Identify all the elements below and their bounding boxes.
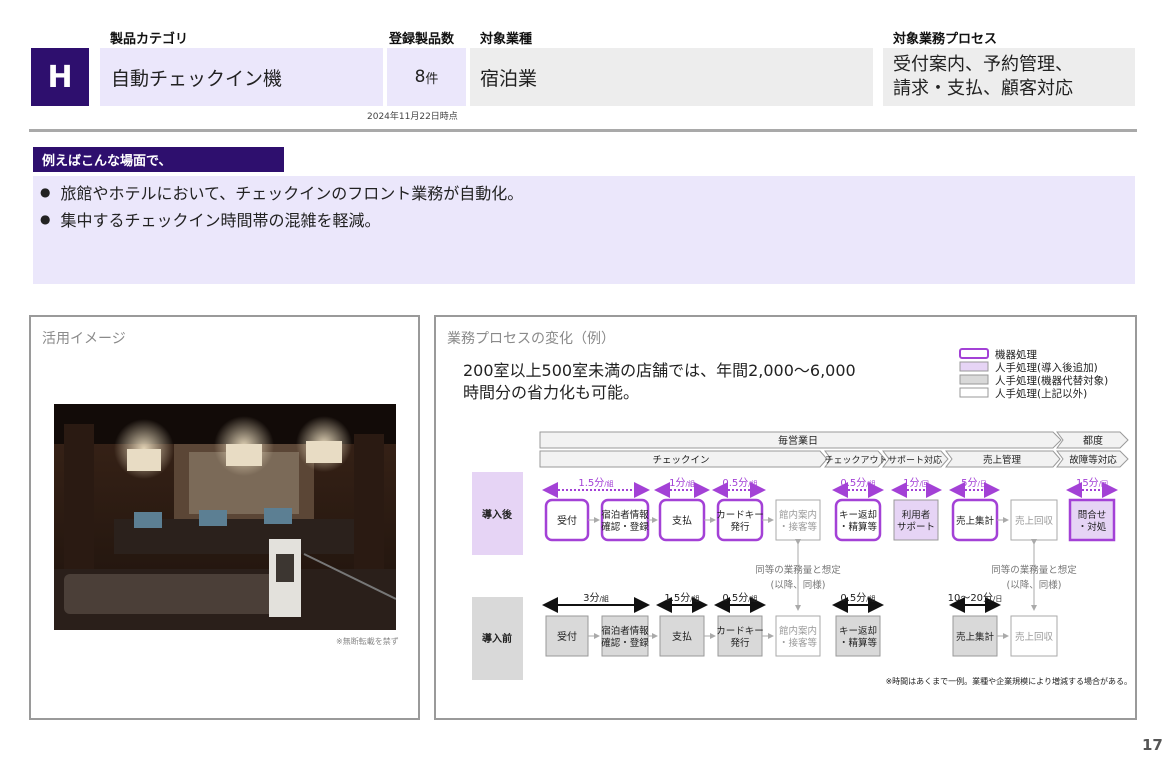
process-step-label: 発行 (730, 637, 750, 649)
category-field: 自動チェックイン機 (100, 48, 383, 106)
process-step-label: ・対処 (1078, 521, 1107, 533)
process-step-label: 売上回収 (1015, 515, 1054, 527)
process-step-label: 問合せ (1078, 509, 1107, 521)
process-step-label: 支払 (672, 514, 692, 527)
phase-daily-label: 毎営業日 (778, 434, 818, 447)
stage-label: チェックアウト (824, 455, 887, 466)
time-label: 1分/組 (669, 477, 695, 489)
process-value-line2: 請求・支払、顧客対応 (893, 78, 1073, 99)
process-step-label: 宿泊者情報 (601, 625, 649, 637)
process-step-label: 利用者 (902, 509, 931, 521)
scene-bullet-text: 旅館やホテルにおいて、チェックインのフロント業務が自動化。 (60, 184, 524, 203)
same-note: (以降、同様) (1007, 579, 1062, 591)
process-step-label: 売上集計 (956, 515, 995, 527)
stage-label: 売上管理 (983, 454, 1022, 466)
process-step-label: 確認・登録 (601, 521, 649, 533)
industry-label: 対象業種 (480, 32, 533, 47)
time-label: 10～20分/日 (948, 592, 1003, 604)
same-note: 同等の業務量と想定 (755, 564, 841, 576)
as-of-date: 2024年11月22日時点 (367, 112, 458, 122)
time-label: 5分/日 (961, 477, 987, 489)
image-panel-title: 活用イメージ (42, 331, 126, 347)
process-label: 対象業務プロセス (893, 32, 998, 47)
process-step-label: キー返却 (839, 509, 877, 521)
process-panel: 業務プロセスの変化（例） 200室以上500室未満の店舗では、年間2,000～6… (434, 315, 1137, 720)
legend-swatch-other (959, 387, 989, 398)
scene-bullet: ● 集中するチェックイン時間帯の混雑を軽減。 (40, 207, 381, 231)
process-footnote: ※時間はあくまで一例。業種や企業規模により増減する場合がある。 (885, 676, 1132, 686)
process-step-label: 受付 (557, 514, 577, 527)
same-note: (以降、同様) (771, 579, 826, 591)
scene-bullet: ● 旅館やホテルにおいて、チェックインのフロント業務が自動化。 (40, 180, 523, 204)
process-step-label: キー返却 (839, 625, 877, 637)
process-step-label: 館内案内 (779, 509, 817, 521)
scene-bullet-text: 集中するチェックイン時間帯の混雑を軽減。 (60, 211, 381, 230)
legend-swatch-replaced (959, 374, 989, 385)
legend-text: 機器処理 (995, 348, 1037, 361)
industry-field: 宿泊業 (470, 48, 873, 106)
process-summary-line1: 200室以上500室未満の店舗では、年間2,000～6,000 (463, 361, 856, 380)
count-field: 8件 (387, 48, 466, 106)
time-label: 0.5分/組 (840, 477, 875, 489)
process-field: 受付案内、予約管理、 請求・支払、顧客対応 (883, 48, 1135, 106)
process-step-label: ・接客等 (779, 521, 818, 533)
legend-swatch-added (959, 361, 989, 372)
count-value: 8 (414, 67, 426, 87)
time-label: 3分/組 (583, 592, 609, 604)
process-step-label: 館内案内 (779, 625, 817, 637)
legend-text: 人手処理(導入後追加) (995, 361, 1098, 374)
stage-label: サポート対応 (888, 454, 942, 466)
phase-each-label: 都度 (1083, 434, 1103, 447)
header-divider (29, 129, 1137, 132)
process-value-line1: 受付案内、予約管理、 (893, 54, 1073, 75)
process-step-label: 売上集計 (956, 631, 995, 643)
process-step-label: カードキー (716, 626, 764, 637)
time-label: 1.5分/組 (664, 592, 699, 604)
process-panel-title: 業務プロセスの変化（例） (447, 331, 615, 347)
process-step-label: カードキー (716, 510, 764, 521)
process-step-label: 確認・登録 (601, 637, 649, 649)
bullet-dot-icon: ● (40, 185, 51, 199)
legend-swatch-device (959, 348, 989, 359)
process-step-label: 支払 (672, 630, 692, 643)
page-number: 17 (1142, 736, 1163, 754)
image-note: ※無断転載を禁ず (336, 637, 399, 646)
process-summary: 200室以上500室未満の店舗では、年間2,000～6,000 時間分の省力化も… (463, 360, 856, 404)
time-label: 15分/回 (1076, 477, 1108, 489)
row-label-before: 導入前 (482, 632, 512, 645)
time-label: 0.5分/組 (840, 592, 875, 604)
process-step-label: ・接客等 (779, 637, 818, 649)
time-label: 1.5分/組 (578, 477, 613, 489)
time-label: 0.5分/組 (722, 477, 757, 489)
stage-label: 故障等対応 (1069, 454, 1117, 466)
process-summary-line2: 時間分の省力化も可能。 (463, 383, 640, 402)
process-legend: 機器処理 人手処理(導入後追加) 人手処理(機器代替対象) 人手処理(上記以外) (959, 347, 1134, 406)
legend-text: 人手処理(機器代替対象) (995, 374, 1108, 387)
process-step-label: 宿泊者情報 (601, 509, 649, 521)
industry-value: 宿泊業 (480, 67, 538, 90)
category-label: 製品カテゴリ (110, 32, 189, 47)
process-step-label: ・精算等 (839, 521, 878, 533)
stage-label: チェックイン (652, 455, 709, 466)
count-unit: 件 (425, 71, 439, 87)
process-step-label: ・精算等 (839, 637, 878, 649)
process-step-label: サポート (897, 522, 935, 533)
row-label-after: 導入後 (482, 508, 513, 521)
category-value: 自動チェックイン機 (111, 67, 283, 90)
image-panel: 活用イメージ ※無断転載を禁ず (29, 315, 420, 720)
time-label: 0.5分/組 (722, 592, 757, 604)
legend-text: 人手処理(上記以外) (995, 387, 1087, 400)
process-step-label: 受付 (557, 630, 577, 643)
bullet-dot-icon: ● (40, 212, 51, 226)
same-note: 同等の業務量と想定 (991, 564, 1077, 576)
hotel-lobby-photo (54, 404, 397, 630)
count-label: 登録製品数 (389, 32, 455, 47)
process-diagram: 毎営業日 都度 チェックイン チェックアウト サポート対応 売上管理 故障等対応… (436, 427, 1135, 696)
category-letter-badge: H (31, 48, 89, 106)
time-label: 1分/回 (903, 477, 929, 489)
process-step-label: 売上回収 (1015, 631, 1054, 643)
process-step-label: 発行 (730, 521, 750, 533)
scene-tag: 例えばこんな場面で、 (33, 147, 284, 172)
